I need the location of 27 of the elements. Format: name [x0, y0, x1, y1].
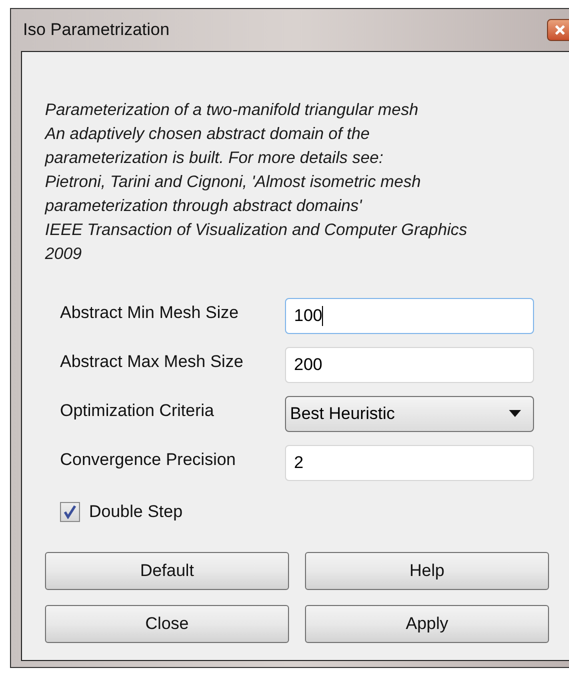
dialog-button[interactable]: Close	[45, 604, 289, 642]
dialog-button[interactable]: Default	[45, 552, 289, 590]
text-cursor	[322, 306, 324, 326]
dialog-button[interactable]: Apply	[305, 604, 549, 642]
checkbox[interactable]	[60, 502, 80, 522]
field-label: Abstract Min Mesh Size	[60, 302, 240, 324]
description-line: An adaptively chosen abstract domain of the	[45, 124, 371, 145]
checkbox-label: Double Step	[89, 501, 183, 523]
description-line: 2009	[45, 244, 83, 265]
field-label: Optimization Criteria	[60, 400, 215, 422]
close-button[interactable]	[547, 19, 569, 41]
description-line: Pietroni, Tarini and Cignoni, 'Almost isometric mesh	[45, 172, 422, 193]
caret-icon	[509, 410, 521, 418]
field-label: Convergence Precision	[60, 449, 237, 471]
input-field[interactable]: 200	[285, 347, 534, 383]
dropdown[interactable]: Best Heuristic	[285, 396, 534, 432]
description-line: Parameterization of a two-manifold triangular mesh	[45, 100, 420, 121]
description-line: IEEE Transaction of Visualization and Computer Graphics	[45, 220, 468, 241]
check-icon	[63, 504, 77, 519]
close-icon	[555, 25, 565, 35]
input-field[interactable]: 2	[285, 445, 534, 481]
field-label: Abstract Max Mesh Size	[60, 351, 244, 373]
dialog-button[interactable]: Help	[305, 552, 549, 590]
window-title: Iso Parametrization	[23, 19, 170, 42]
input-field[interactable]: 100	[285, 298, 534, 334]
description-line: parameterization is built. For more details see:	[45, 148, 384, 169]
description-line: parameterization through abstract domains'	[45, 196, 364, 217]
